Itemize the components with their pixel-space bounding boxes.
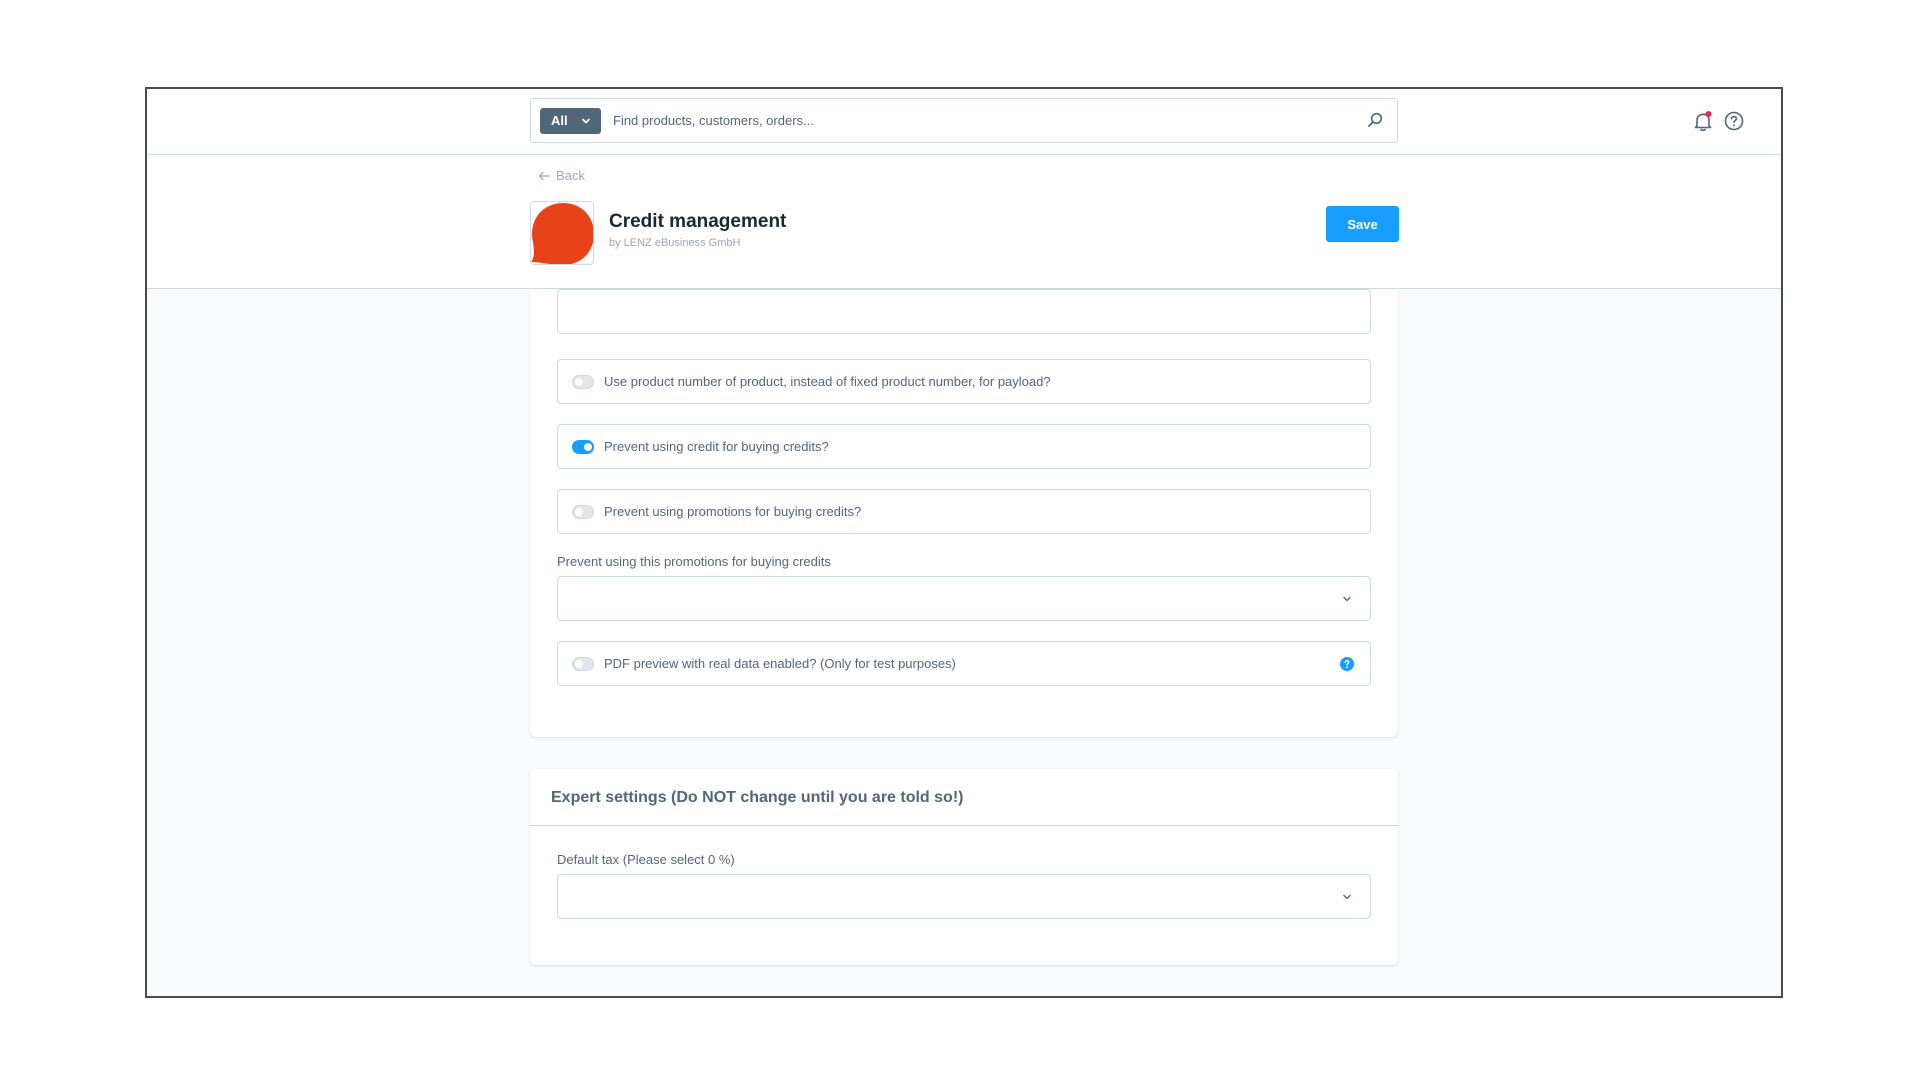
text-field[interactable] [557,289,1371,334]
tax-select[interactable] [557,874,1371,919]
toggle-label: Prevent using credit for buying credits? [604,439,829,454]
page-header: Back Credit management by LENZ eBusiness… [147,155,1781,289]
toggle-field-prevent-credit: Prevent using credit for buying credits? [557,424,1371,469]
app-vendor: by LENZ eBusiness GmbH [609,237,741,249]
toggle-switch[interactable] [572,505,594,519]
app-logo-icon [531,203,593,264]
bell-icon[interactable] [1691,109,1715,133]
arrow-left-icon [538,171,550,180]
help-tooltip-icon[interactable] [1339,656,1355,672]
divider [530,825,1398,826]
chevron-down-icon [1343,596,1351,602]
toggle-label: PDF preview with real data enabled? (Onl… [604,656,956,671]
app-logo [530,201,594,265]
global-search: All [530,98,1398,143]
toggle-field-pdf-preview: PDF preview with real data enabled? (Onl… [557,641,1371,686]
back-link[interactable]: Back [538,168,585,183]
chevron-down-icon [582,118,590,124]
toggle-label: Use product number of product, instead o… [604,374,1051,389]
back-label: Back [556,168,585,183]
toggle-field-product-number: Use product number of product, instead o… [557,359,1371,404]
top-bar: All [147,89,1781,155]
toggle-field-prevent-promotions: Prevent using promotions for buying cred… [557,489,1371,534]
expert-settings-card: Expert settings (Do NOT change until you… [530,769,1398,965]
search-icon[interactable] [1366,111,1384,129]
card-title: Expert settings (Do NOT change until you… [551,789,964,806]
toggle-label: Prevent using promotions for buying cred… [604,504,862,519]
promotions-select-label: Prevent using this promotions for buying… [557,554,831,569]
save-button[interactable]: Save [1326,206,1399,242]
search-input[interactable] [613,99,1313,142]
chevron-down-icon [1343,894,1351,900]
promotions-select[interactable] [557,576,1371,621]
help-icon[interactable] [1723,110,1745,132]
tax-select-label: Default tax (Please select 0 %) [557,852,735,867]
search-type-dropdown[interactable]: All [540,108,601,134]
app-window: All Back [145,87,1783,998]
toggle-switch[interactable] [572,657,594,671]
notification-dot [1705,111,1712,117]
page-title: Credit management [609,211,787,232]
toggle-switch[interactable] [572,440,594,454]
search-type-label: All [551,113,568,128]
toggle-switch[interactable] [572,375,594,389]
settings-card: Use product number of product, instead o… [530,289,1398,737]
